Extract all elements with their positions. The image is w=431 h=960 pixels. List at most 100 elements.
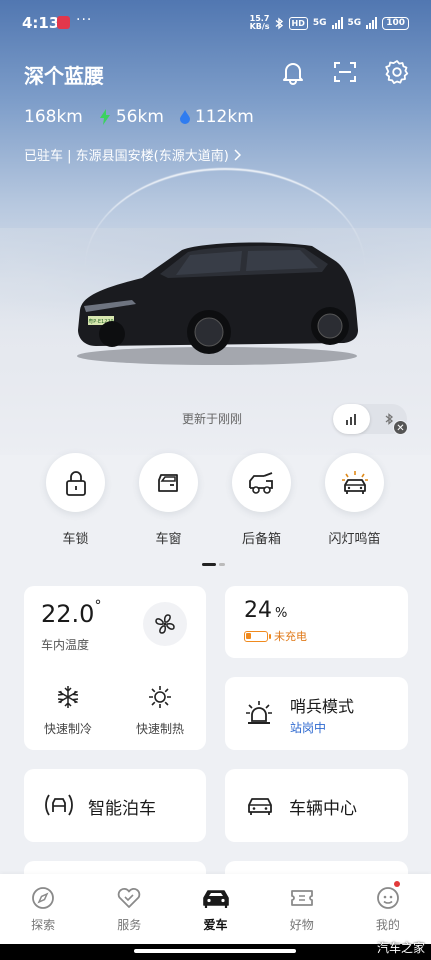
status-bar: 4:13 ··· 15.7 KB/s HD 5G 5G 100 xyxy=(0,0,431,46)
tab-explore-label: 探索 xyxy=(31,918,56,932)
sun-icon xyxy=(149,686,171,708)
profile-notification-dot xyxy=(393,881,400,887)
charging-status-text: 未充电 xyxy=(274,630,307,643)
lightning-icon xyxy=(99,109,110,125)
battery-low-icon xyxy=(244,630,271,642)
service-heart-icon xyxy=(118,887,141,908)
update-status: 更新于刚刚 xyxy=(182,412,243,426)
bell-icon xyxy=(283,63,303,85)
climate-card[interactable]: 22.0° 车内温度 快速制冷 快速制热 xyxy=(24,586,206,750)
tab-profile-label: 我的 xyxy=(375,918,400,932)
scan-button[interactable] xyxy=(331,58,359,86)
chevron-right-icon xyxy=(234,148,241,161)
quick-action-flash-horn-label: 闪灯鸣笛 xyxy=(328,532,381,547)
tab-goods[interactable]: 好物 xyxy=(259,874,345,944)
network-speed: 15.7 KB/s xyxy=(250,15,270,31)
tab-goods-label: 好物 xyxy=(289,918,314,932)
sentry-mode-status: 站岗中 xyxy=(290,721,327,735)
fan-button[interactable] xyxy=(143,602,187,646)
quick-cool-label: 快速制冷 xyxy=(43,722,92,736)
more-notifications-icon: ··· xyxy=(76,12,93,28)
quick-action-flash-horn-button[interactable] xyxy=(325,453,384,512)
flash-horn-icon xyxy=(341,470,368,494)
fuel-drop-icon xyxy=(179,110,190,124)
tab-service[interactable]: 服务 xyxy=(86,874,172,944)
car-name-title[interactable]: 深个蓝腰 xyxy=(24,60,104,89)
quick-action-trunk[interactable]: 后备箱 xyxy=(215,453,308,547)
parking-icon xyxy=(45,794,73,816)
cabin-temperature-value: 22.0 xyxy=(41,600,95,628)
battery-indicator: 100 xyxy=(382,16,409,30)
fan-icon xyxy=(155,614,175,634)
parking-location[interactable]: 已驻车 | 东源县国安楼(东源大道南) xyxy=(24,145,241,164)
header-actions xyxy=(279,58,411,86)
charging-status: 未充电 xyxy=(244,628,307,644)
page-indicator xyxy=(202,563,225,566)
tab-service-label: 服务 xyxy=(117,918,142,932)
quick-action-window-button[interactable] xyxy=(139,453,198,512)
quick-action-window-label: 车窗 xyxy=(155,532,182,547)
electric-range-value: 56km xyxy=(115,107,164,127)
quick-action-lock-button[interactable] xyxy=(46,453,105,512)
bluetooth-icon xyxy=(385,413,393,425)
cabin-temperature-label: 车内温度 xyxy=(41,638,90,652)
quick-action-trunk-label: 后备箱 xyxy=(241,532,281,547)
quick-action-trunk-button[interactable] xyxy=(232,453,291,512)
profile-icon xyxy=(377,887,399,909)
settings-button[interactable] xyxy=(383,58,411,86)
cellular-mode-button[interactable] xyxy=(333,404,370,434)
electric-range: 56km xyxy=(99,107,164,127)
compass-icon xyxy=(32,887,54,909)
gear-icon xyxy=(385,60,409,84)
watermark: 汽车之家 xyxy=(376,941,425,955)
tab-explore[interactable]: 探索 xyxy=(0,874,86,944)
tab-profile[interactable]: 我的 xyxy=(345,874,431,944)
quick-action-window[interactable]: 车窗 xyxy=(122,453,215,547)
bottom-tab-bar: 探索 服务 爱车 好物 我的 xyxy=(0,874,431,944)
sentry-mode-title: 哨兵模式 xyxy=(290,697,355,716)
status-time: 4:13 xyxy=(22,14,60,32)
battery-percent-unit: % xyxy=(275,606,288,621)
notification-app-icon xyxy=(57,16,70,29)
quick-heat-button[interactable]: 快速制热 xyxy=(125,684,195,737)
page-dot xyxy=(219,563,225,566)
quick-action-lock-label: 车锁 xyxy=(62,532,89,547)
quick-actions: 车锁 车窗 后备箱 闪灯鸣笛 xyxy=(0,453,431,547)
smart-parking-title: 智能泊车 xyxy=(88,799,156,819)
status-right: 15.7 KB/s HD 5G 5G 100 xyxy=(250,15,409,31)
signal-icon xyxy=(331,17,343,29)
quick-action-lock[interactable]: 车锁 xyxy=(29,453,122,547)
vehicle-center-card[interactable]: 车辆中心 xyxy=(225,769,408,842)
tab-my-car[interactable]: 爱车 xyxy=(172,874,258,944)
vehicle-center-title: 车辆中心 xyxy=(289,799,357,819)
network-speed-unit: KB/s xyxy=(249,22,270,31)
network-type-1: 5G xyxy=(312,18,327,28)
network-type-2: 5G xyxy=(347,18,362,28)
smart-parking-card[interactable]: 智能泊车 xyxy=(24,769,206,842)
alarm-light-icon xyxy=(246,701,272,724)
close-connection-icon[interactable]: ✕ xyxy=(393,420,408,435)
signal-icon-2 xyxy=(366,17,378,29)
car-window-icon xyxy=(157,473,178,492)
ticket-icon xyxy=(290,890,313,906)
tab-my-car-label: 爱车 xyxy=(203,918,228,932)
bluetooth-icon xyxy=(275,17,283,29)
sentry-mode-card[interactable]: 哨兵模式 站岗中 xyxy=(225,677,408,750)
signal-bars-icon xyxy=(345,414,356,425)
cabin-temperature: 22.0° xyxy=(41,598,101,628)
system-navigation-bar xyxy=(0,944,431,960)
lock-icon xyxy=(65,470,86,496)
fuel-range-value: 112km xyxy=(194,107,254,127)
quick-cool-button[interactable]: 快速制冷 xyxy=(33,684,103,737)
car-front-icon xyxy=(248,798,272,815)
fuel-range: 112km xyxy=(179,107,254,127)
battery-percent: 24% xyxy=(244,598,287,623)
battery-card[interactable]: 24% 未充电 xyxy=(225,586,408,658)
notification-bell-button[interactable] xyxy=(279,58,307,86)
quick-action-flash-horn[interactable]: 闪灯鸣笛 xyxy=(308,453,401,547)
car-image: 粤P·E1229 xyxy=(77,242,358,365)
scan-icon xyxy=(334,62,356,82)
home-gesture-bar[interactable] xyxy=(134,949,296,953)
total-range-value: 168km xyxy=(24,107,83,127)
range-summary: 168km 56km 112km xyxy=(24,107,254,127)
